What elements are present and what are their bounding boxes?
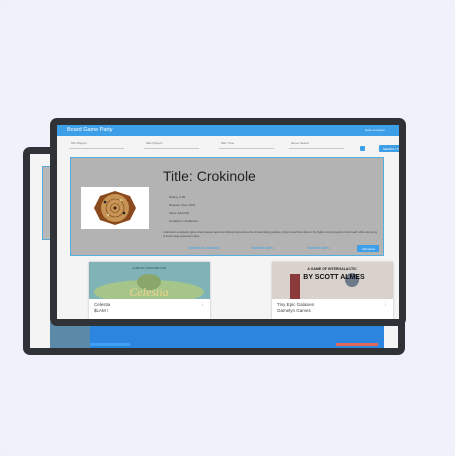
card-title: Celestia — [94, 302, 111, 307]
max-players-field[interactable]: Max Players — [144, 140, 199, 149]
fact-value: Value: $144.95 — [169, 211, 189, 215]
front-device-frame: Board Game Party Hello Jonathan Min Play… — [50, 118, 406, 326]
svg-text:AARON WEISSBLUM: AARON WEISSBLUM — [132, 266, 167, 270]
svg-text:Celestia: Celestia — [129, 285, 168, 299]
fact-rating: Rating: 6.95 — [169, 195, 186, 199]
card-subtitle: $LAM ! — [94, 308, 109, 313]
game-title: Title: Crokinole — [163, 168, 256, 184]
amazon-link[interactable]: Search on Amazon — [189, 246, 219, 250]
youtube-link-1[interactable]: Youtube Video — [251, 246, 274, 250]
fact-release-year: Release Year: 1876 — [169, 203, 196, 207]
fact-condition: Condition: Unaffected — [169, 219, 198, 223]
tiny-epic-galaxies-cover-image: A GAME OF INTERGALACTIC BY SCOTT ALMES — [272, 262, 393, 299]
search-button-label: SEARCH — [383, 146, 396, 151]
user-greeting[interactable]: Hello Jonathan — [365, 128, 385, 132]
max-time-field[interactable]: Max Time — [219, 140, 274, 149]
sell-game-button[interactable]: Sell Game — [357, 245, 379, 252]
game-card-grid: AARON WEISSBLUM Celestia Celestia $LAM !… — [89, 262, 393, 319]
game-card[interactable]: AARON WEISSBLUM Celestia Celestia $LAM !… — [89, 262, 210, 319]
name-search-label: Name Search — [291, 141, 310, 145]
more-vert-icon[interactable]: ⋮ — [384, 302, 389, 308]
filter-checkbox[interactable] — [360, 146, 365, 151]
search-icon: ⌕ — [396, 146, 399, 151]
max-players-label: Max Players — [146, 141, 163, 145]
more-vert-icon[interactable]: ⋮ — [201, 302, 206, 308]
back-blue-button[interactable] — [90, 343, 130, 346]
min-players-field[interactable]: Min Players — [69, 140, 124, 149]
name-search-field[interactable]: Name Search — [289, 140, 344, 149]
app-screen: Board Game Party Hello Jonathan Min Play… — [57, 125, 399, 319]
game-description: Crokinole is a dexterity game where play… — [163, 231, 378, 238]
search-button[interactable]: SEARCH ⌕ — [379, 145, 399, 152]
min-players-label: Min Players — [71, 141, 87, 145]
youtube-link-2[interactable]: Youtube Video — [307, 246, 330, 250]
filter-bar: Min Players Max Players Max Time Name Se… — [57, 137, 399, 152]
game-facts: Rating: 6.95 Release Year: 1876 Value: $… — [169, 193, 198, 225]
back-red-button[interactable] — [336, 343, 378, 346]
celestia-cover-image: AARON WEISSBLUM Celestia — [89, 262, 210, 299]
svg-text:A GAME OF INTERGALACTIC: A GAME OF INTERGALACTIC — [307, 267, 357, 271]
app-title: Board Game Party — [67, 127, 113, 133]
crokinole-board-image — [81, 187, 149, 229]
detail-actions: Search on Amazon Youtube Video Youtube V… — [189, 245, 379, 252]
card-title: Tiny Epic Galaxies — [277, 302, 315, 307]
sell-game-label: Sell Game — [362, 247, 376, 251]
game-card[interactable]: A GAME OF INTERGALACTIC BY SCOTT ALMES T… — [272, 262, 393, 319]
game-detail-panel: Title: Crokinole Rating: 6.95 Release Ye… — [70, 157, 384, 256]
card-subtitle: Gamelyn Games — [277, 308, 311, 313]
max-time-label: Max Time — [221, 141, 235, 145]
app-bar: Board Game Party Hello Jonathan — [57, 125, 399, 136]
svg-text:BY SCOTT ALMES: BY SCOTT ALMES — [303, 274, 365, 281]
